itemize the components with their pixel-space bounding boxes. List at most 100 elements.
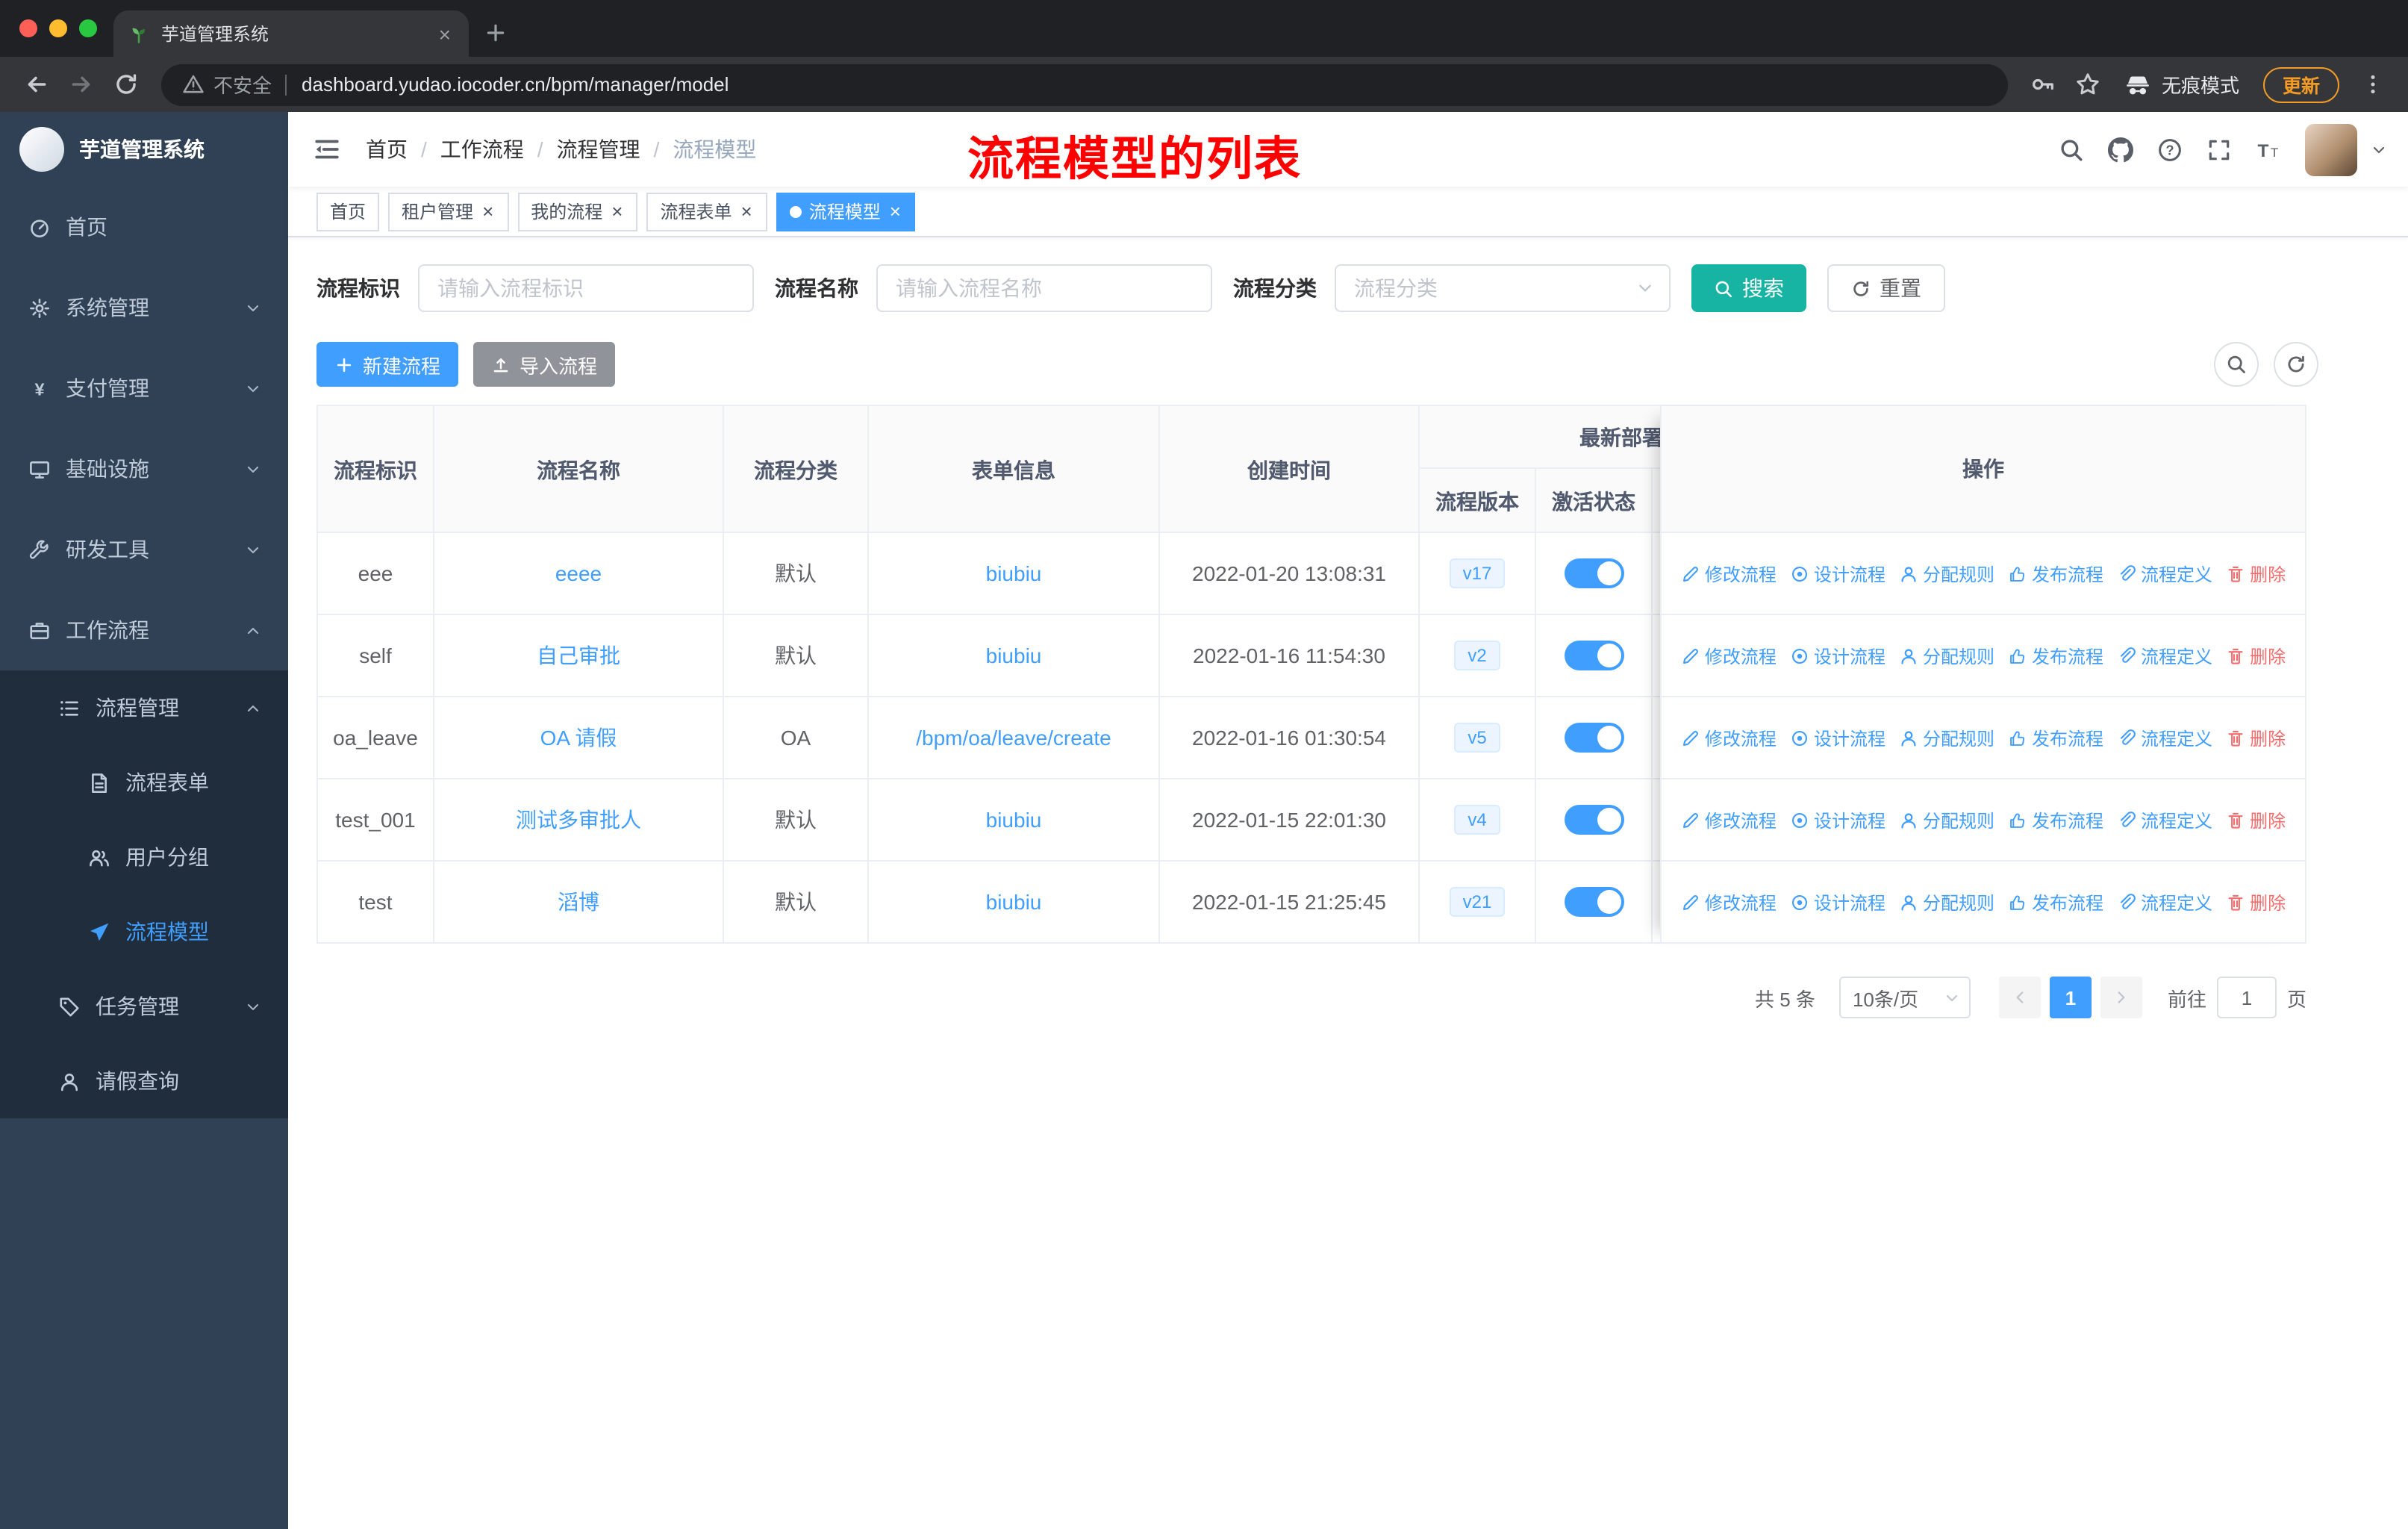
breadcrumb-item[interactable]: 首页: [366, 134, 408, 164]
tag-close-icon[interactable]: ×: [740, 202, 754, 221]
action-design[interactable]: 设计流程: [1790, 561, 1885, 586]
window-zoom-button[interactable]: [79, 19, 97, 37]
process-name-link[interactable]: eeee: [555, 561, 602, 585]
github-button[interactable]: [2102, 131, 2138, 167]
view-tag[interactable]: 首页 ×: [316, 192, 380, 231]
action-delete[interactable]: 删除: [2226, 807, 2286, 832]
sidebar-item-payment[interactable]: 支付管理: [0, 348, 288, 429]
tab-close-icon[interactable]: ×: [436, 22, 454, 46]
action-publish[interactable]: 发布流程: [2008, 725, 2103, 750]
active-toggle[interactable]: [1564, 641, 1623, 670]
action-assign-rule[interactable]: 分配规则: [1899, 561, 1994, 586]
action-publish[interactable]: 发布流程: [2008, 807, 2103, 832]
sidebar-item-leave-query[interactable]: 请假查询: [0, 1044, 288, 1118]
action-design[interactable]: 设计流程: [1790, 889, 1885, 915]
create-process-button[interactable]: 新建流程: [316, 342, 459, 387]
action-definition[interactable]: 流程定义: [2117, 561, 2212, 586]
action-definition[interactable]: 流程定义: [2117, 643, 2212, 668]
action-edit[interactable]: 修改流程: [1681, 561, 1777, 586]
active-toggle[interactable]: [1564, 805, 1623, 835]
tag-close-icon[interactable]: ×: [610, 202, 624, 221]
form-link[interactable]: biubiu: [986, 644, 1042, 667]
action-edit[interactable]: 修改流程: [1681, 725, 1777, 750]
process-name-link[interactable]: 滔博: [558, 887, 599, 917]
browser-menu-button[interactable]: [2351, 63, 2393, 105]
action-publish[interactable]: 发布流程: [2008, 561, 2103, 586]
action-delete[interactable]: 删除: [2226, 561, 2286, 586]
collapse-sidebar-button[interactable]: [288, 134, 366, 164]
category-select[interactable]: 流程分类: [1335, 264, 1671, 312]
breadcrumb-item[interactable]: 工作流程: [440, 134, 524, 164]
action-design[interactable]: 设计流程: [1790, 643, 1885, 668]
form-link[interactable]: biubiu: [986, 808, 1042, 832]
app-logo[interactable]: 芋道管理系统: [0, 112, 288, 187]
process-key-input[interactable]: [418, 264, 754, 312]
action-assign-rule[interactable]: 分配规则: [1899, 889, 1994, 915]
action-assign-rule[interactable]: 分配规则: [1899, 807, 1994, 832]
form-link[interactable]: biubiu: [986, 561, 1042, 585]
sidebar-item-infrastructure[interactable]: 基础设施: [0, 429, 288, 509]
reload-button[interactable]: [105, 63, 146, 105]
refresh-table-button[interactable]: [2274, 342, 2318, 387]
action-assign-rule[interactable]: 分配规则: [1899, 643, 1994, 668]
goto-page-input[interactable]: [2216, 977, 2277, 1018]
font-size-button[interactable]: [2250, 131, 2286, 167]
view-tag[interactable]: 租户管理 ×: [388, 192, 509, 231]
action-edit[interactable]: 修改流程: [1681, 807, 1777, 832]
tag-close-icon[interactable]: ×: [888, 202, 902, 221]
sidebar-item-dev-tools[interactable]: 研发工具: [0, 509, 288, 590]
action-design[interactable]: 设计流程: [1790, 807, 1885, 832]
search-button[interactable]: 搜索: [1691, 264, 1806, 312]
reset-button[interactable]: 重置: [1827, 264, 1945, 312]
header-search-button[interactable]: [2053, 131, 2089, 167]
update-button[interactable]: 更新: [2262, 66, 2339, 102]
sidebar-item-process-management[interactable]: 流程管理: [0, 670, 288, 745]
form-link[interactable]: biubiu: [986, 890, 1042, 914]
window-close-button[interactable]: [19, 19, 37, 37]
page-size-select[interactable]: 10条/页: [1838, 977, 1971, 1018]
next-page-button[interactable]: [2100, 977, 2142, 1018]
action-design[interactable]: 设计流程: [1790, 725, 1885, 750]
view-tag[interactable]: 流程模型 ×: [776, 192, 916, 231]
forward-button[interactable]: [60, 63, 102, 105]
prev-page-button[interactable]: [1998, 977, 2041, 1018]
new-tab-button[interactable]: [484, 21, 508, 45]
breadcrumb-item[interactable]: 流程管理: [557, 134, 640, 164]
security-label[interactable]: 不安全: [213, 70, 272, 99]
back-button[interactable]: [15, 63, 57, 105]
active-toggle[interactable]: [1564, 558, 1623, 588]
process-name-link[interactable]: OA 请假: [540, 723, 617, 753]
process-name-input[interactable]: [876, 264, 1212, 312]
browser-tab[interactable]: 芋道管理系统 ×: [113, 10, 469, 57]
user-avatar[interactable]: [2305, 123, 2357, 175]
sidebar-item-task-management[interactable]: 任务管理: [0, 969, 288, 1044]
sidebar-item-process-model[interactable]: 流程模型: [0, 894, 288, 969]
page-number-button[interactable]: 1: [2049, 977, 2092, 1018]
view-tag[interactable]: 我的流程 ×: [517, 192, 638, 231]
action-definition[interactable]: 流程定义: [2117, 807, 2212, 832]
docs-button[interactable]: [2151, 131, 2187, 167]
sidebar-item-home[interactable]: 首页: [0, 187, 288, 267]
action-assign-rule[interactable]: 分配规则: [1899, 725, 1994, 750]
process-name-link[interactable]: 自己审批: [537, 641, 620, 670]
active-toggle[interactable]: [1564, 887, 1623, 917]
action-publish[interactable]: 发布流程: [2008, 643, 2103, 668]
action-publish[interactable]: 发布流程: [2008, 889, 2103, 915]
window-minimize-button[interactable]: [49, 19, 67, 37]
view-tag[interactable]: 流程表单 ×: [646, 192, 767, 231]
sidebar-item-system[interactable]: 系统管理: [0, 267, 288, 348]
process-name-link[interactable]: 测试多审批人: [516, 805, 641, 835]
sidebar-item-workflow[interactable]: 工作流程: [0, 590, 288, 670]
address-bar[interactable]: 不安全 dashboard.yudao.iocoder.cn/bpm/manag…: [161, 63, 2008, 105]
import-process-button[interactable]: 导入流程: [473, 342, 616, 387]
tag-close-icon[interactable]: ×: [481, 202, 495, 221]
sidebar-item-user-group[interactable]: 用户分组: [0, 820, 288, 894]
action-definition[interactable]: 流程定义: [2117, 725, 2212, 750]
action-edit[interactable]: 修改流程: [1681, 643, 1777, 668]
action-edit[interactable]: 修改流程: [1681, 889, 1777, 915]
action-delete[interactable]: 删除: [2226, 643, 2286, 668]
action-delete[interactable]: 删除: [2226, 725, 2286, 750]
fullscreen-button[interactable]: [2200, 131, 2236, 167]
toggle-search-button[interactable]: [2214, 342, 2259, 387]
sidebar-item-process-form[interactable]: 流程表单: [0, 745, 288, 820]
